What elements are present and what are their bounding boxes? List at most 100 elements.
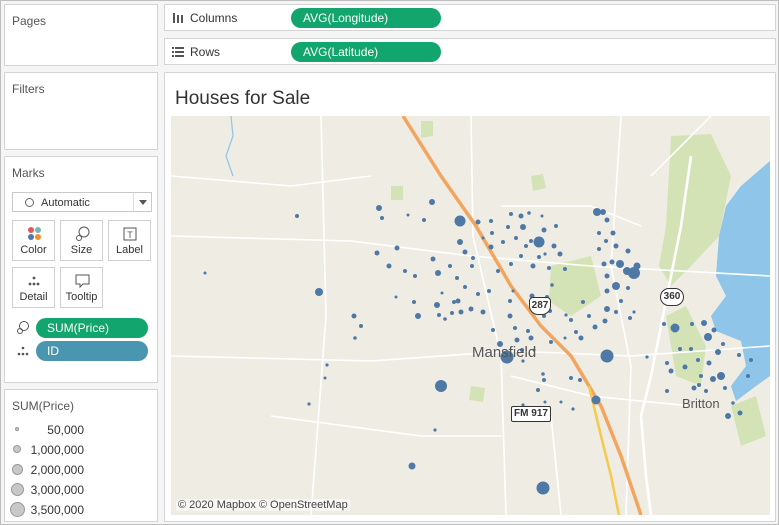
house-point[interactable]: [569, 376, 573, 380]
house-point[interactable]: [557, 251, 563, 257]
house-point[interactable]: [616, 260, 624, 268]
house-point[interactable]: [514, 337, 520, 343]
house-point[interactable]: [435, 270, 441, 276]
house-point[interactable]: [601, 261, 607, 267]
house-point[interactable]: [359, 324, 363, 328]
house-point[interactable]: [508, 299, 512, 303]
house-point[interactable]: [665, 389, 669, 393]
house-point[interactable]: [440, 291, 444, 295]
mark-type-dropdown[interactable]: Automatic: [12, 192, 152, 212]
house-point[interactable]: [591, 395, 601, 405]
house-point[interactable]: [542, 378, 546, 382]
house-point[interactable]: [448, 264, 452, 268]
house-point[interactable]: [731, 401, 735, 405]
house-point[interactable]: [632, 310, 636, 314]
house-point[interactable]: [470, 264, 474, 268]
house-point[interactable]: [563, 336, 567, 340]
house-point[interactable]: [509, 262, 513, 266]
house-point[interactable]: [737, 353, 741, 357]
house-point[interactable]: [682, 364, 688, 370]
house-point[interactable]: [706, 360, 712, 366]
house-point[interactable]: [434, 302, 440, 308]
house-point[interactable]: [578, 335, 584, 341]
house-point[interactable]: [501, 240, 505, 244]
house-point[interactable]: [481, 236, 485, 240]
house-point[interactable]: [491, 328, 495, 332]
house-point[interactable]: [696, 358, 700, 362]
house-point[interactable]: [457, 239, 463, 245]
house-point[interactable]: [600, 209, 606, 215]
house-point[interactable]: [507, 313, 513, 319]
house-point[interactable]: [600, 349, 614, 363]
house-point[interactable]: [710, 376, 716, 382]
latitude-pill[interactable]: AVG(Latitude): [291, 42, 441, 62]
house-point[interactable]: [526, 329, 530, 333]
house-point[interactable]: [476, 292, 480, 296]
house-point[interactable]: [513, 326, 517, 330]
house-point[interactable]: [604, 217, 610, 223]
color-button[interactable]: Color: [12, 220, 55, 261]
house-point[interactable]: [628, 316, 632, 320]
label-button[interactable]: T Label: [108, 220, 151, 261]
house-point[interactable]: [604, 273, 610, 279]
house-point[interactable]: [506, 225, 510, 229]
house-point[interactable]: [625, 248, 631, 254]
house-point[interactable]: [490, 231, 494, 235]
house-point[interactable]: [430, 256, 436, 262]
house-point[interactable]: [604, 288, 610, 294]
size-button[interactable]: Size: [60, 220, 103, 261]
house-point[interactable]: [455, 298, 461, 304]
house-point[interactable]: [480, 309, 486, 315]
house-point[interactable]: [351, 313, 357, 319]
house-point[interactable]: [612, 282, 620, 290]
house-point[interactable]: [437, 313, 441, 317]
house-point[interactable]: [597, 247, 601, 251]
house-point[interactable]: [613, 243, 619, 249]
detail-button[interactable]: Detail: [12, 267, 55, 308]
house-point[interactable]: [415, 313, 421, 319]
house-point[interactable]: [597, 231, 601, 235]
house-point[interactable]: [587, 314, 591, 318]
house-point[interactable]: [413, 274, 417, 278]
house-point[interactable]: [701, 320, 707, 326]
size-field-pill[interactable]: SUM(Price): [36, 318, 148, 338]
house-point[interactable]: [518, 213, 524, 219]
house-point[interactable]: [511, 289, 515, 293]
house-point[interactable]: [602, 318, 608, 324]
house-point[interactable]: [403, 269, 407, 273]
house-point[interactable]: [645, 355, 649, 359]
house-point[interactable]: [559, 400, 563, 404]
house-point[interactable]: [524, 244, 528, 248]
house-point[interactable]: [536, 481, 550, 495]
house-point[interactable]: [406, 213, 410, 217]
house-point[interactable]: [394, 295, 398, 299]
house-point[interactable]: [463, 285, 467, 289]
house-point[interactable]: [619, 299, 623, 303]
house-point[interactable]: [593, 208, 601, 216]
house-point[interactable]: [592, 324, 598, 330]
house-point[interactable]: [433, 428, 437, 432]
house-point[interactable]: [721, 342, 725, 346]
house-point[interactable]: [691, 385, 697, 391]
house-point[interactable]: [530, 263, 536, 269]
house-point[interactable]: [578, 378, 582, 382]
house-point[interactable]: [678, 347, 682, 351]
house-point[interactable]: [307, 402, 311, 406]
house-point[interactable]: [604, 306, 610, 312]
house-point[interactable]: [455, 276, 459, 280]
map-view[interactable]: 287 360 FM 917 Mansfield Britton © 2020 …: [171, 116, 770, 515]
house-point[interactable]: [746, 374, 750, 378]
house-point[interactable]: [529, 239, 533, 243]
house-point[interactable]: [412, 300, 416, 304]
house-point[interactable]: [571, 407, 575, 411]
house-point[interactable]: [614, 310, 618, 314]
house-point[interactable]: [374, 250, 380, 256]
house-point[interactable]: [633, 262, 641, 270]
house-point[interactable]: [543, 252, 547, 256]
filters-card[interactable]: Filters: [4, 72, 158, 150]
house-point[interactable]: [380, 216, 384, 220]
house-point[interactable]: [422, 218, 426, 222]
house-point[interactable]: [537, 255, 541, 259]
house-point[interactable]: [574, 330, 578, 334]
house-point[interactable]: [443, 317, 447, 321]
